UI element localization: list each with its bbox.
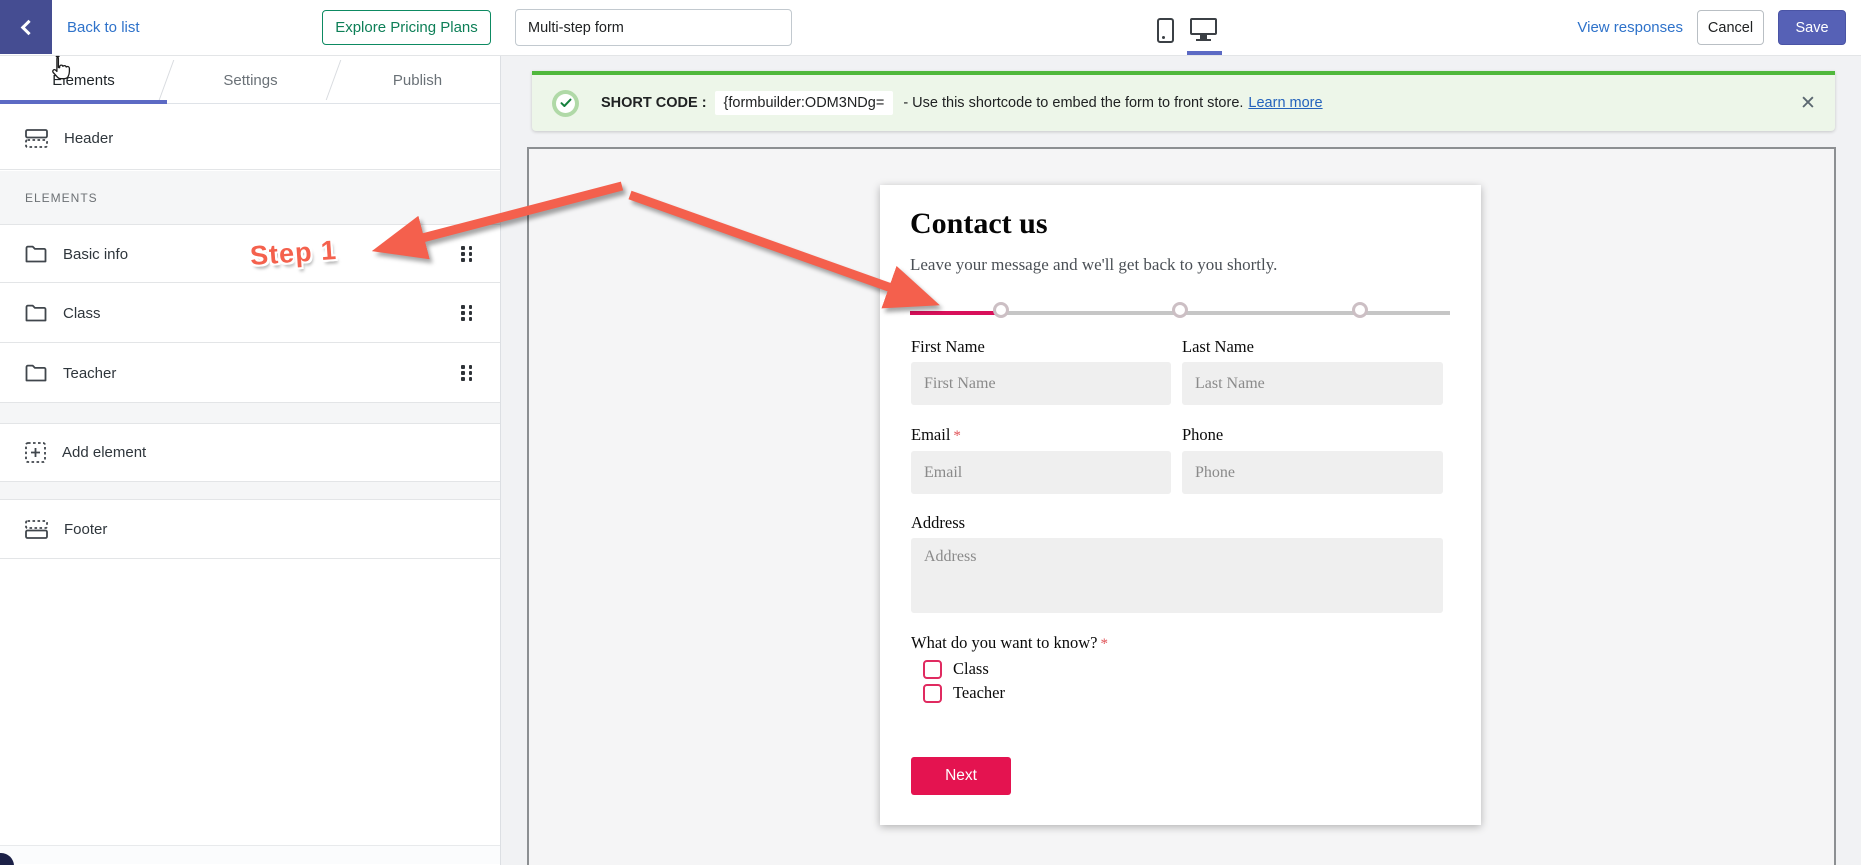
checkbox-icon[interactable]: [923, 659, 942, 679]
question-label: What do you want to know? *: [911, 633, 1109, 652]
builder-tabs: Elements Settings Publish: [0, 56, 500, 104]
folder-icon: [25, 304, 47, 322]
monitor-screen: [1190, 17, 1217, 35]
checkbox-option-teacher[interactable]: Teacher: [923, 683, 1005, 703]
checkbox-label: Teacher: [953, 683, 1005, 702]
drag-handle-icon[interactable]: [461, 365, 472, 381]
address-label: Address: [911, 513, 966, 532]
desktop-active-indicator: [1187, 51, 1222, 55]
sidebar-item-basic-info[interactable]: Basic info: [0, 226, 500, 283]
checkbox-label: Class: [953, 659, 989, 678]
form-preview-panel: Contact us Leave your message and we'll …: [527, 147, 1836, 865]
active-tab-underline: [0, 100, 167, 104]
cancel-button[interactable]: Cancel: [1697, 10, 1764, 45]
explore-pricing-button[interactable]: Explore Pricing Plans: [322, 10, 491, 45]
shortcode-label: SHORT CODE :: [601, 95, 707, 111]
checkbox-option-class[interactable]: Class: [923, 659, 989, 679]
app-window: Back to list Explore Pricing Plans View …: [0, 0, 1861, 865]
mobile-preview-icon[interactable]: [1157, 17, 1174, 43]
save-button[interactable]: Save: [1778, 10, 1846, 45]
form-name-input[interactable]: [515, 9, 792, 46]
sidebar-item-footer[interactable]: Footer: [0, 500, 500, 559]
drag-handle-icon[interactable]: [461, 305, 472, 321]
shortcode-banner: SHORT CODE : {formbuilder:ODM3NDg= - Use…: [532, 71, 1835, 131]
tab-settings[interactable]: Settings: [167, 56, 334, 104]
email-input[interactable]: [911, 451, 1171, 494]
back-chevron-icon: [20, 19, 36, 35]
shortcode-value[interactable]: {formbuilder:ODM3NDg=: [714, 91, 894, 115]
last-name-input[interactable]: [1182, 362, 1443, 405]
tab-publish[interactable]: Publish: [334, 56, 501, 104]
folder-icon: [25, 364, 47, 382]
progress-step-node: [993, 302, 1009, 318]
elements-section-label: ELEMENTS: [25, 190, 98, 205]
sidebar-gap: [0, 482, 500, 500]
sidebar-item-header[interactable]: Header: [0, 108, 500, 170]
view-responses-link[interactable]: View responses: [1577, 19, 1683, 36]
progress-step-node: [1352, 302, 1368, 318]
footer-section-icon: [25, 519, 48, 539]
first-name-label: First Name: [911, 337, 985, 356]
drag-handle-icon[interactable]: [461, 246, 472, 262]
topbar: Back to list Explore Pricing Plans View …: [0, 0, 1861, 56]
banner-close-icon[interactable]: ✕: [1797, 92, 1819, 114]
shortcode-message: - Use this shortcode to embed the form t…: [903, 95, 1244, 111]
sidebar-scrollbar-track[interactable]: [0, 845, 500, 864]
sidebar-item-teacher[interactable]: Teacher: [0, 344, 500, 403]
progress-step-node: [1172, 302, 1188, 318]
main-area: SHORT CODE : {formbuilder:ODM3NDg= - Use…: [501, 56, 1861, 865]
email-label: Email *: [911, 425, 961, 444]
monitor-base: [1196, 38, 1211, 41]
back-button[interactable]: [0, 0, 52, 54]
sidebar-item-label: Basic info: [63, 245, 129, 263]
add-element-icon: [25, 442, 46, 463]
form-title: Contact us: [910, 207, 1048, 240]
next-step-button[interactable]: Next: [911, 757, 1011, 795]
elements-section-header: ELEMENTS: [0, 171, 500, 225]
sidebar-item-label: Header: [64, 130, 114, 147]
phone-input[interactable]: [1182, 451, 1443, 494]
sidebar-item-label: Teacher: [63, 364, 117, 382]
sidebar: Elements Settings Publish Header ELEMENT…: [0, 56, 501, 865]
learn-more-link[interactable]: Learn more: [1248, 95, 1322, 111]
footer-item-label: Footer: [64, 520, 108, 538]
add-element-button[interactable]: Add element: [0, 424, 500, 482]
checkbox-icon[interactable]: [923, 683, 942, 703]
back-to-list-link[interactable]: Back to list: [67, 0, 140, 54]
progress-fill: [910, 311, 1001, 315]
add-element-label: Add element: [62, 444, 147, 461]
last-name-label: Last Name: [1182, 337, 1254, 356]
sidebar-gap: [0, 403, 500, 424]
success-check-icon: [552, 89, 579, 117]
device-preview-toggle: [1157, 14, 1237, 46]
required-asterisk: *: [1100, 636, 1109, 652]
tab-elements[interactable]: Elements: [0, 56, 167, 104]
form-subtitle: Leave your message and we'll get back to…: [910, 255, 1278, 274]
first-name-input[interactable]: [911, 362, 1171, 405]
address-textarea[interactable]: [911, 538, 1443, 613]
desktop-preview-icon[interactable]: [1190, 17, 1217, 43]
step-progress-bar: [910, 302, 1450, 324]
form-preview-card: Contact us Leave your message and we'll …: [880, 185, 1481, 825]
topbar-actions: View responses Cancel Save: [1577, 10, 1846, 45]
folder-icon: [25, 245, 47, 263]
header-section-icon: [25, 129, 48, 148]
sidebar-item-label: Class: [63, 304, 101, 322]
sidebar-item-class[interactable]: Class: [0, 284, 500, 343]
phone-label: Phone: [1182, 425, 1224, 444]
required-asterisk: *: [953, 428, 961, 444]
